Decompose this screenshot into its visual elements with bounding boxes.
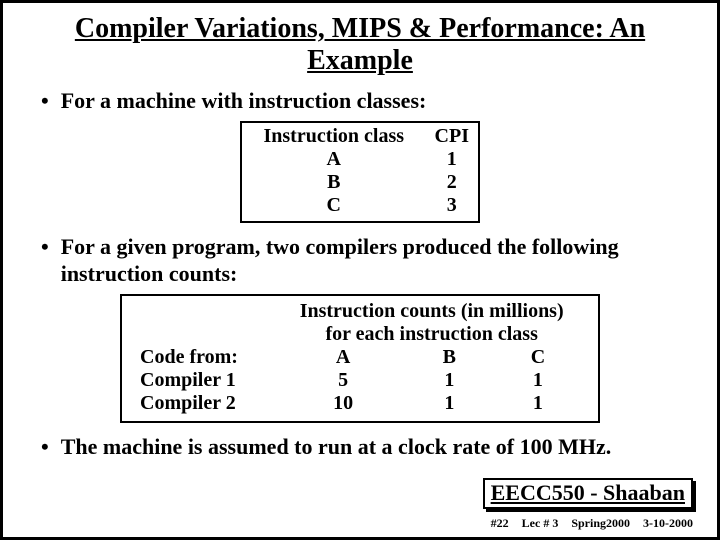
table-row: B 2: [242, 171, 478, 194]
table-row: C 3: [242, 194, 478, 217]
code-from-label: Code from:: [136, 346, 279, 369]
cpi-class: A: [242, 148, 426, 171]
slide-meta: #22 Lec # 3 Spring2000 3-10-2000: [481, 516, 693, 531]
bullet-dot: •: [41, 433, 49, 461]
counts-table: Instruction counts (in millions) for eac…: [120, 294, 600, 423]
table-row: Compiler 1 5 1 1: [136, 369, 584, 392]
counts-header2: for each instruction class: [279, 323, 584, 346]
cell: 10: [279, 392, 406, 415]
slide-frame: Compiler Variations, MIPS & Performance:…: [0, 0, 720, 540]
cpi-head-cpi: CPI: [426, 125, 478, 148]
cpi-class: C: [242, 194, 426, 217]
cpi-table: Instruction class CPI A 1 B 2 C 3: [240, 121, 480, 223]
col-B: B: [407, 346, 492, 369]
cell: 1: [407, 392, 492, 415]
slide-number: #22: [491, 516, 509, 530]
row-label: Compiler 2: [136, 392, 279, 415]
bullet-1: • For a machine with instruction classes…: [41, 87, 697, 115]
date: 3-10-2000: [643, 516, 693, 530]
bullet-dot: •: [41, 87, 49, 115]
bullet-2: • For a given program, two compilers pro…: [41, 233, 697, 288]
cpi-value: 1: [426, 148, 478, 171]
table-row: A 1: [242, 148, 478, 171]
bullet-3: • The machine is assumed to run at a clo…: [41, 433, 697, 461]
slide-title: Compiler Variations, MIPS & Performance:…: [23, 13, 697, 77]
bullet-1-text: For a machine with instruction classes:: [61, 87, 697, 115]
cpi-value: 3: [426, 194, 478, 217]
lecture-number: Lec # 3: [522, 516, 559, 530]
cell: 1: [407, 369, 492, 392]
row-label: Compiler 1: [136, 369, 279, 392]
cell: 1: [492, 369, 584, 392]
bullet-3-text: The machine is assumed to run at a clock…: [61, 433, 697, 461]
col-C: C: [492, 346, 584, 369]
cpi-value: 2: [426, 171, 478, 194]
cell: 5: [279, 369, 406, 392]
cpi-head-class: Instruction class: [242, 125, 426, 148]
bullet-dot: •: [41, 233, 49, 288]
cell: 1: [492, 392, 584, 415]
col-A: A: [279, 346, 406, 369]
term: Spring2000: [571, 516, 630, 530]
bullet-2-text: For a given program, two compilers produ…: [61, 233, 697, 288]
cpi-class: B: [242, 171, 426, 194]
table-row: Compiler 2 10 1 1: [136, 392, 584, 415]
course-footer-box: EECC550 - Shaaban: [483, 478, 693, 509]
counts-header1: Instruction counts (in millions): [279, 300, 584, 323]
